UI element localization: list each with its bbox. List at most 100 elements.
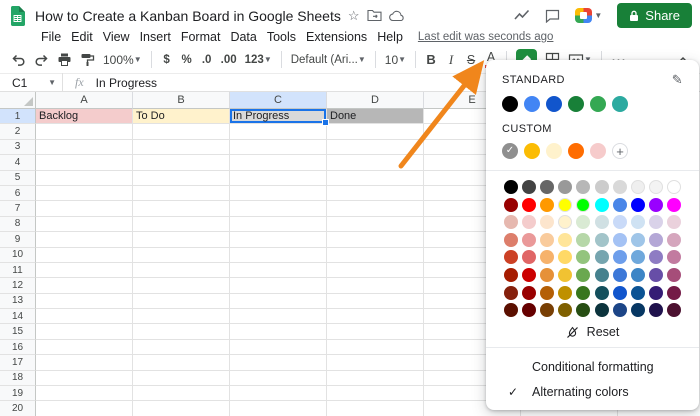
- palette-color-r8-c6[interactable]: [595, 303, 609, 317]
- menu-item-format[interactable]: Format: [176, 30, 226, 44]
- cell-A5[interactable]: [36, 171, 133, 186]
- standard-color-4[interactable]: [590, 96, 606, 112]
- palette-color-r3-c3[interactable]: [540, 215, 554, 229]
- column-header-d[interactable]: D: [327, 92, 424, 109]
- name-box[interactable]: C1 ▼: [0, 76, 62, 90]
- palette-color-r4-c1[interactable]: [504, 233, 518, 247]
- custom-color-0-selected[interactable]: ✓: [502, 143, 518, 159]
- palette-color-r7-c1[interactable]: [504, 286, 518, 300]
- palette-color-r7-c6[interactable]: [595, 286, 609, 300]
- palette-color-r5-c6[interactable]: [595, 250, 609, 264]
- format-currency-button[interactable]: $: [158, 49, 176, 70]
- palette-color-r3-c2[interactable]: [522, 215, 536, 229]
- cell-C13[interactable]: [230, 294, 327, 309]
- cell-A6[interactable]: [36, 186, 133, 201]
- palette-color-r7-c7[interactable]: [613, 286, 627, 300]
- palette-color-r6-c6[interactable]: [595, 268, 609, 282]
- row-header-1[interactable]: 1: [0, 109, 36, 124]
- decrease-decimal-button[interactable]: .0: [198, 49, 216, 70]
- palette-color-r2-c5[interactable]: [576, 198, 590, 212]
- row-header-13[interactable]: 13: [0, 294, 36, 309]
- cell-A19[interactable]: [36, 386, 133, 401]
- cloud-status-icon[interactable]: [389, 10, 405, 22]
- cell-C18[interactable]: [230, 371, 327, 386]
- palette-color-r4-c6[interactable]: [595, 233, 609, 247]
- palette-color-r2-c6[interactable]: [595, 198, 609, 212]
- cell-D1[interactable]: Done: [327, 109, 424, 124]
- reset-button[interactable]: Reset: [502, 325, 683, 339]
- cell-B15[interactable]: [133, 324, 230, 339]
- palette-color-r1-c8[interactable]: [631, 180, 645, 194]
- standard-color-2[interactable]: [546, 96, 562, 112]
- cell-D5[interactable]: [327, 171, 424, 186]
- cell-C17[interactable]: [230, 355, 327, 370]
- bold-button[interactable]: B: [422, 49, 440, 70]
- menu-item-tools[interactable]: Tools: [262, 30, 301, 44]
- cell-B3[interactable]: [133, 140, 230, 155]
- cell-B20[interactable]: [133, 401, 230, 416]
- palette-color-r5-c4[interactable]: [558, 250, 572, 264]
- palette-color-r4-c3[interactable]: [540, 233, 554, 247]
- cell-A7[interactable]: [36, 201, 133, 216]
- palette-color-r4-c5[interactable]: [576, 233, 590, 247]
- cell-B19[interactable]: [133, 386, 230, 401]
- cell-C10[interactable]: [230, 248, 327, 263]
- cell-C1[interactable]: In Progress: [230, 109, 327, 124]
- cell-B14[interactable]: [133, 309, 230, 324]
- menu-item-help[interactable]: Help: [372, 30, 408, 44]
- edit-colors-icon[interactable]: ✎: [672, 72, 683, 88]
- menu-item-extensions[interactable]: Extensions: [301, 30, 372, 44]
- row-header-12[interactable]: 12: [0, 278, 36, 293]
- palette-color-r1-c1[interactable]: [504, 180, 518, 194]
- palette-color-r8-c2[interactable]: [522, 303, 536, 317]
- standard-color-5[interactable]: [612, 96, 628, 112]
- row-header-11[interactable]: 11: [0, 263, 36, 278]
- cell-D13[interactable]: [327, 294, 424, 309]
- cell-B5[interactable]: [133, 171, 230, 186]
- palette-color-r2-c4[interactable]: [558, 198, 572, 212]
- cell-D3[interactable]: [327, 140, 424, 155]
- row-header-2[interactable]: 2: [0, 124, 36, 139]
- palette-color-r7-c8[interactable]: [631, 286, 645, 300]
- palette-color-r3-c8[interactable]: [631, 215, 645, 229]
- cell-A2[interactable]: [36, 124, 133, 139]
- palette-color-r8-c8[interactable]: [631, 303, 645, 317]
- palette-color-r8-c4[interactable]: [558, 303, 572, 317]
- palette-color-r8-c1[interactable]: [504, 303, 518, 317]
- palette-color-r1-c7[interactable]: [613, 180, 627, 194]
- cell-C12[interactable]: [230, 278, 327, 293]
- palette-color-r6-c4[interactable]: [558, 268, 572, 282]
- palette-color-r8-c9[interactable]: [649, 303, 663, 317]
- font-family-select[interactable]: Default (Ari... ▼: [288, 49, 369, 70]
- palette-color-r1-c10[interactable]: [667, 180, 681, 194]
- palette-color-r5-c7[interactable]: [613, 250, 627, 264]
- cell-C6[interactable]: [230, 186, 327, 201]
- palette-color-r2-c2[interactable]: [522, 198, 536, 212]
- palette-color-r7-c4[interactable]: [558, 286, 572, 300]
- palette-color-r8-c5[interactable]: [576, 303, 590, 317]
- palette-color-r6-c1[interactable]: [504, 268, 518, 282]
- palette-color-r2-c1[interactable]: [504, 198, 518, 212]
- row-header-20[interactable]: 20: [0, 401, 36, 416]
- column-header-a[interactable]: A: [36, 92, 133, 109]
- custom-color-3[interactable]: [568, 143, 584, 159]
- menu-item-data[interactable]: Data: [225, 30, 261, 44]
- cell-A1[interactable]: Backlog: [36, 109, 133, 124]
- palette-color-r7-c3[interactable]: [540, 286, 554, 300]
- palette-color-r3-c7[interactable]: [613, 215, 627, 229]
- palette-color-r2-c10[interactable]: [667, 198, 681, 212]
- palette-color-r2-c8[interactable]: [631, 198, 645, 212]
- zoom-select[interactable]: 100% ▼: [100, 49, 145, 70]
- cell-D10[interactable]: [327, 248, 424, 263]
- palette-color-r6-c9[interactable]: [649, 268, 663, 282]
- strikethrough-button[interactable]: S: [462, 49, 480, 70]
- menu-item-insert[interactable]: Insert: [135, 30, 176, 44]
- custom-color-1[interactable]: [524, 143, 540, 159]
- cell-C8[interactable]: [230, 217, 327, 232]
- palette-color-r6-c8[interactable]: [631, 268, 645, 282]
- palette-color-r5-c1[interactable]: [504, 250, 518, 264]
- palette-color-r5-c10[interactable]: [667, 250, 681, 264]
- palette-color-r2-c3[interactable]: [540, 198, 554, 212]
- move-folder-icon[interactable]: [367, 9, 382, 22]
- cell-C11[interactable]: [230, 263, 327, 278]
